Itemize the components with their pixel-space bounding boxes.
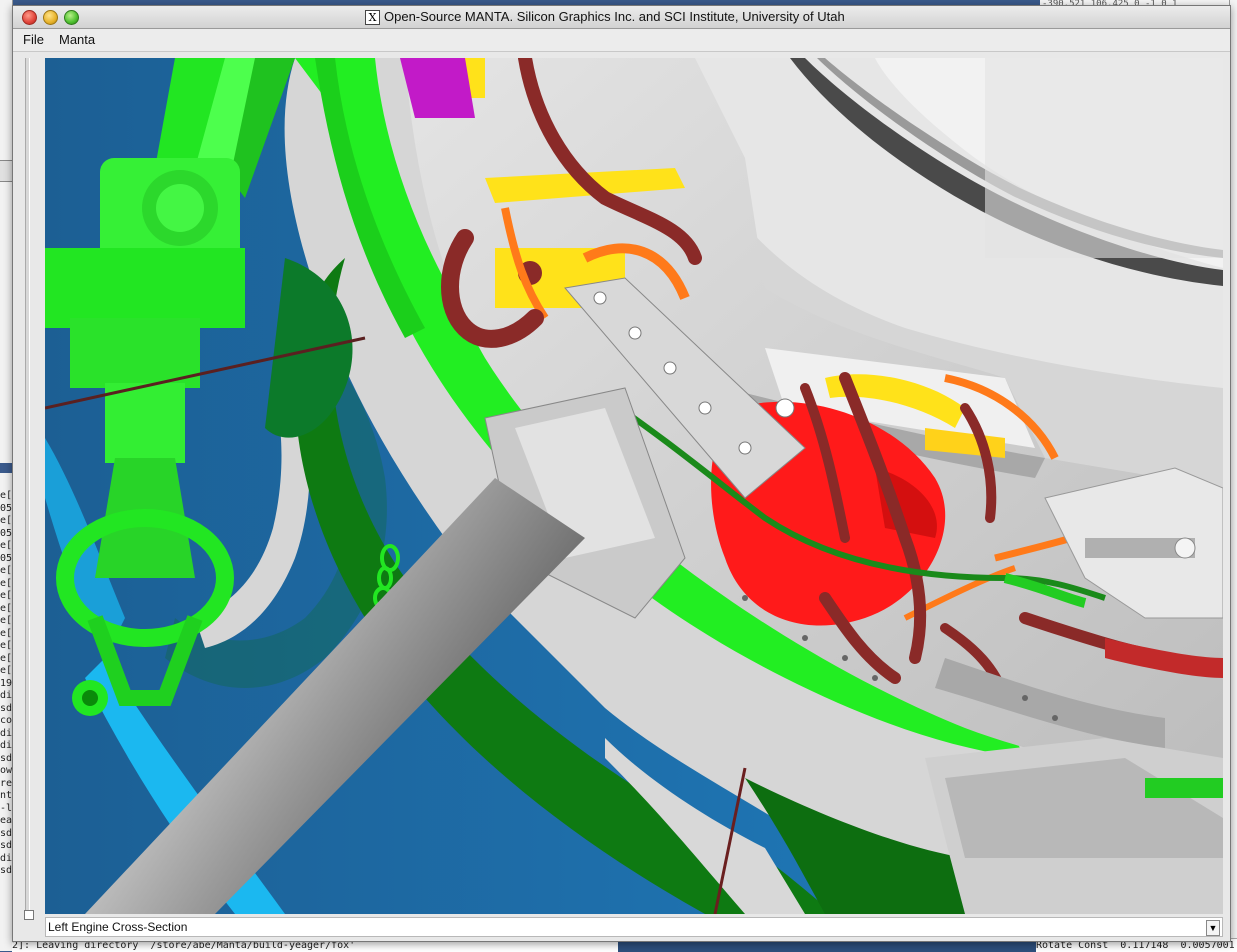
window-title: Open-Source MANTA. Silicon Graphics Inc.…: [384, 9, 845, 24]
chevron-down-icon[interactable]: ▼: [1206, 920, 1220, 936]
menu-bar: File Manta: [13, 29, 1230, 52]
title-bar[interactable]: X Open-Source MANTA. Silicon Graphics In…: [13, 6, 1230, 29]
menu-manta[interactable]: Manta: [59, 32, 95, 47]
splitter-handle[interactable]: [24, 910, 34, 920]
background-desktop-gap: [0, 463, 12, 473]
background-window-edge: [0, 160, 12, 182]
zoom-window-button[interactable]: [64, 10, 79, 25]
minimize-window-button[interactable]: [43, 10, 58, 25]
engine-render[interactable]: [45, 58, 1223, 914]
menu-file[interactable]: File: [23, 32, 44, 47]
close-window-button[interactable]: [22, 10, 37, 25]
left-panel-gutter: [13, 52, 44, 922]
panel-splitter[interactable]: [25, 58, 30, 913]
x11-icon: X: [365, 10, 380, 25]
view-name-text: Left Engine Cross-Section: [48, 920, 188, 934]
manta-window: X Open-Source MANTA. Silicon Graphics In…: [12, 5, 1231, 942]
view-name-field[interactable]: Left Engine Cross-Section ▼: [45, 917, 1223, 937]
render-viewport[interactable]: [45, 58, 1223, 914]
